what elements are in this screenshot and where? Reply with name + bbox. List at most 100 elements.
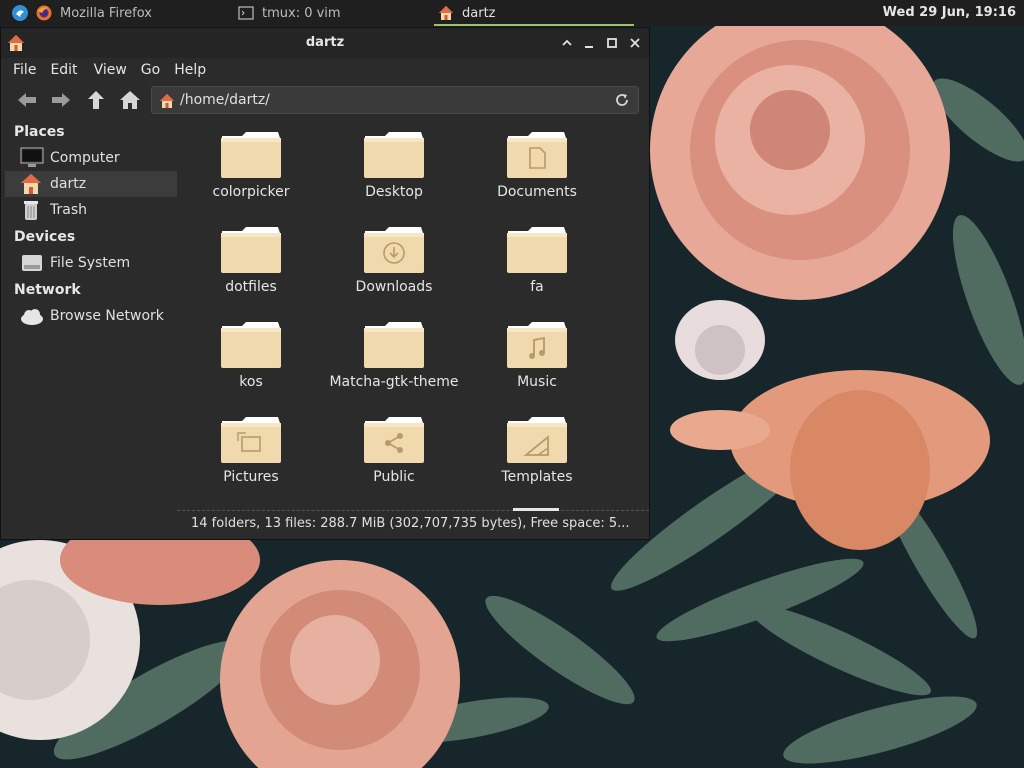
file-item-colorpicker[interactable]: colorpicker <box>186 130 316 220</box>
active-task-indicator <box>434 24 634 26</box>
window-titlebar[interactable]: dartz <box>1 28 649 58</box>
menubar: File Edit View Go Help <box>1 58 649 82</box>
file-label: Public <box>373 469 415 485</box>
sidebar-item-browse-network[interactable]: Browse Network <box>5 303 177 329</box>
home-folder-icon <box>20 173 44 195</box>
location-bar[interactable] <box>151 86 639 114</box>
file-manager-window: dartz File Edit View Go Help /home/dartz… <box>0 27 650 540</box>
close-icon <box>630 38 640 48</box>
menu-edit[interactable]: Edit <box>48 58 89 82</box>
file-label: Documents <box>497 184 577 200</box>
sidebar-item-label: File System <box>50 255 131 271</box>
minimize-button[interactable] <box>581 35 597 51</box>
folder-pictures-icon <box>221 417 281 463</box>
harddrive-icon <box>20 252 44 274</box>
sidebar-item-label: Browse Network <box>50 308 164 324</box>
clock[interactable]: Wed 29 Jun, 19:16 <box>883 0 1016 26</box>
file-label: Desktop <box>365 184 423 200</box>
trash-icon <box>20 199 44 221</box>
maximize-button[interactable] <box>604 35 620 51</box>
file-grid: colorpicker Desktop Documents dotfiles D… <box>179 120 649 513</box>
sidebar-item-trash[interactable]: Trash <box>5 197 177 223</box>
reload-icon <box>616 94 628 106</box>
file-item-desktop[interactable]: Desktop <box>329 130 459 220</box>
reload-button[interactable] <box>614 92 630 108</box>
file-item-kos[interactable]: kos <box>186 320 316 410</box>
sidebar-section-places: Places <box>14 124 65 140</box>
close-button[interactable] <box>627 35 643 51</box>
menu-file[interactable]: File <box>1 58 48 82</box>
folder-icon <box>221 322 281 368</box>
sidebar-section-network: Network <box>14 282 81 298</box>
file-item-downloads[interactable]: Downloads <box>329 225 459 315</box>
sidebar-item-computer[interactable]: Computer <box>5 145 177 171</box>
shade-button[interactable] <box>559 35 575 51</box>
toolbar <box>1 82 649 118</box>
statusbar: 14 folders, 13 files: 288.7 MiB (302,707… <box>177 508 649 540</box>
menu-view[interactable]: View <box>90 58 139 82</box>
folder-documents-icon <box>507 132 567 178</box>
back-button[interactable] <box>15 88 39 112</box>
file-label: Pictures <box>223 469 279 485</box>
menu-go[interactable]: Go <box>139 58 172 82</box>
sidebar-section-devices: Devices <box>14 229 76 245</box>
status-text: 14 folders, 13 files: 288.7 MiB (302,707… <box>191 516 630 531</box>
home-folder-icon <box>159 93 175 109</box>
file-label: Downloads <box>355 279 433 295</box>
file-label: Matcha-gtk-theme <box>329 374 459 390</box>
cloud-icon <box>20 305 44 327</box>
task-firefox[interactable]: Mozilla Firefox <box>36 0 152 26</box>
sidebar-item-dartz[interactable]: dartz <box>5 171 177 197</box>
sidebar-item-label: Trash <box>50 202 87 218</box>
file-label: Templates <box>501 469 573 485</box>
folder-public-icon <box>364 417 424 463</box>
firefox-icon <box>36 5 52 21</box>
statusbar-divider <box>177 510 649 512</box>
file-label: Music <box>517 374 557 390</box>
file-item-pictures[interactable]: Pictures <box>186 415 316 505</box>
system-menu-icon[interactable] <box>12 5 28 21</box>
home-folder-icon <box>438 5 454 21</box>
forward-button[interactable] <box>49 88 73 112</box>
taskbar: Mozilla Firefox tmux: 0 vim dartz Wed 29… <box>0 0 1024 26</box>
task-dartz[interactable]: dartz <box>438 0 495 26</box>
computer-icon <box>20 147 44 169</box>
folder-icon <box>364 322 424 368</box>
task-label: dartz <box>462 5 496 21</box>
file-item-matcha-gtk-theme[interactable]: Matcha-gtk-theme <box>329 320 459 410</box>
arrow-left-icon <box>18 93 36 107</box>
file-item-music[interactable]: Music <box>472 320 602 410</box>
file-label: colorpicker <box>212 184 290 200</box>
folder-templates-icon <box>507 417 567 463</box>
menu-help[interactable]: Help <box>172 58 218 82</box>
sidebar-item-file-system[interactable]: File System <box>5 250 177 276</box>
file-item-documents[interactable]: Documents <box>472 130 602 220</box>
folder-icon <box>221 227 281 273</box>
chevron-up-icon <box>562 39 572 46</box>
window-title: dartz <box>305 35 345 50</box>
minimize-icon <box>585 46 593 48</box>
folder-music-icon <box>507 322 567 368</box>
sidebar: Places Computer dartz Trash Devices File… <box>1 118 177 538</box>
file-label: fa <box>530 279 544 295</box>
terminal-icon <box>238 5 254 21</box>
location-input[interactable] <box>180 89 600 111</box>
scroll-grip[interactable] <box>513 508 559 511</box>
file-item-dotfiles[interactable]: dotfiles <box>186 225 316 315</box>
file-item-templates[interactable]: Templates <box>472 415 602 505</box>
file-item-public[interactable]: Public <box>329 415 459 505</box>
up-button[interactable] <box>84 88 108 112</box>
folder-icon <box>507 227 567 273</box>
file-label: dotfiles <box>225 279 277 295</box>
folder-icon <box>221 132 281 178</box>
sidebar-item-label: Computer <box>50 150 120 166</box>
home-button[interactable] <box>118 88 142 112</box>
file-item-fa[interactable]: fa <box>472 225 602 315</box>
task-label: tmux: 0 vim <box>262 5 341 21</box>
file-label: kos <box>239 374 263 390</box>
folder-downloads-icon <box>364 227 424 273</box>
folder-icon <box>364 132 424 178</box>
maximize-icon <box>607 38 617 48</box>
sidebar-item-label: dartz <box>50 176 87 192</box>
task-tmux[interactable]: tmux: 0 vim <box>238 0 341 26</box>
